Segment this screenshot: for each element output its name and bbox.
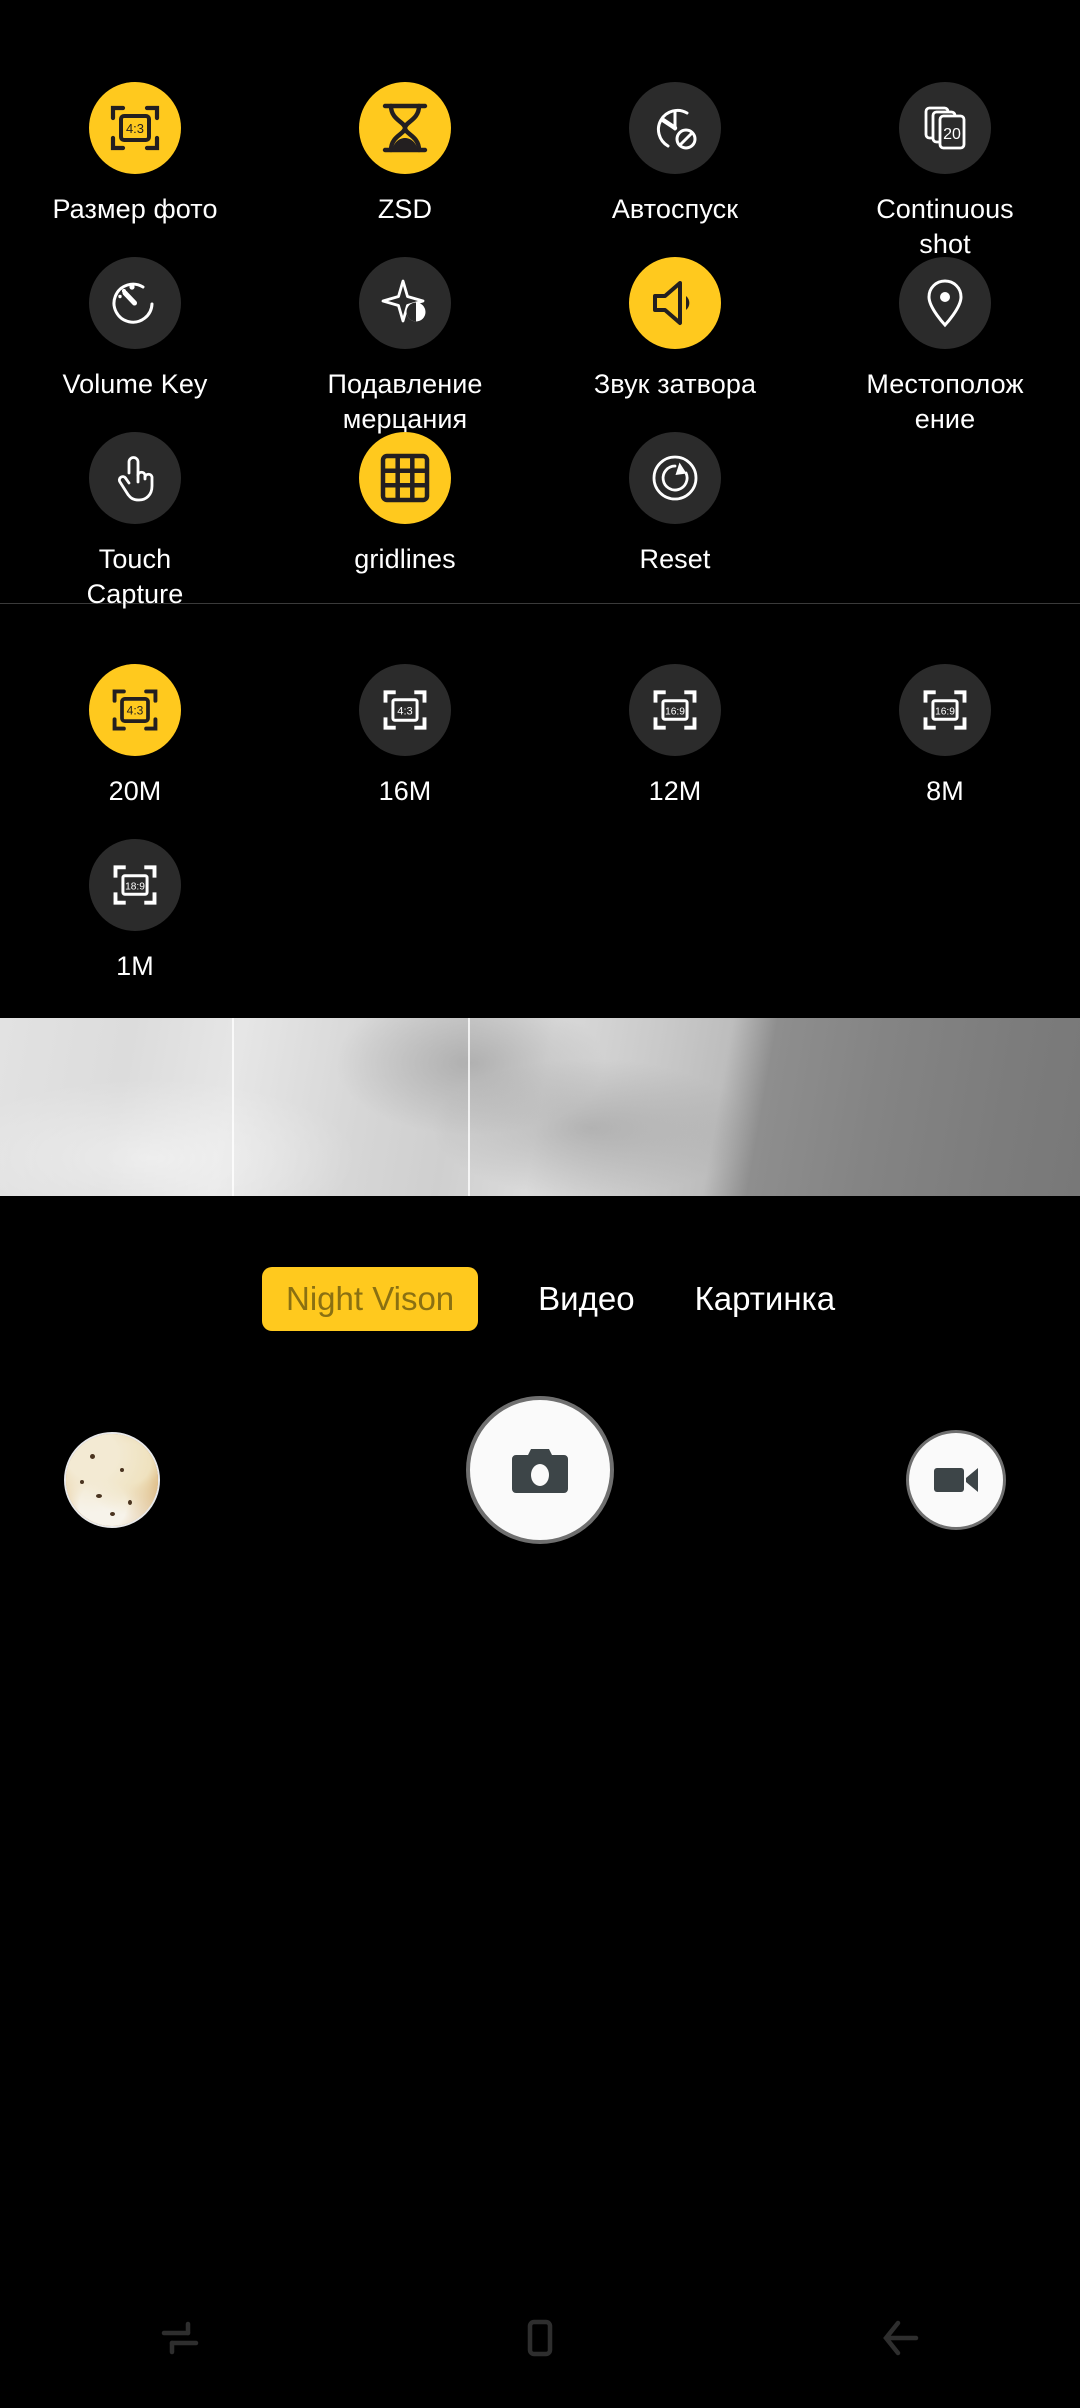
reset-icon[interactable] <box>629 432 721 524</box>
mode-label: Night Vison <box>286 1280 455 1317</box>
setting-label: gridlines <box>354 544 456 574</box>
shutter-button[interactable] <box>466 1396 614 1544</box>
aspect-ratio-badge: 18:9 <box>125 882 145 893</box>
resolution-label: 1M <box>116 951 154 981</box>
setting-label: ZSD <box>377 194 433 224</box>
camera-preview[interactable] <box>0 1018 1080 1196</box>
video-record-icon <box>934 1468 978 1492</box>
touch-capture-icon[interactable] <box>89 432 181 524</box>
setting-continuous-shot[interactable]: 20 Continuous shot <box>810 60 1080 259</box>
resolution-option-16m[interactable]: 4:3 16M <box>270 642 540 817</box>
shutter-sound-icon[interactable] <box>629 257 721 349</box>
nav-home-button[interactable] <box>480 2293 600 2383</box>
resolution-label: 16M <box>378 776 432 806</box>
nav-recent-apps-button[interactable] <box>120 2293 240 2383</box>
camera-settings-screen: 4:3 Размер фото ZSD Автоспуск 20 Continu… <box>0 0 1080 2408</box>
setting-touch-capture[interactable]: Touch Capture <box>0 410 270 609</box>
hourglass-icon[interactable] <box>359 82 451 174</box>
back-arrow-icon <box>883 2320 919 2356</box>
photo-size-icon[interactable]: 4:3 <box>89 82 181 174</box>
mode-night-vison[interactable]: Night Vison <box>262 1267 479 1331</box>
aspect-ratio-badge: 16:9 <box>665 707 685 718</box>
setting-anti-flicker[interactable]: Подавление мерцания <box>270 235 540 434</box>
resolution-option-1m[interactable]: 18:9 1M <box>0 817 270 992</box>
nav-back-button[interactable] <box>840 2293 960 2383</box>
recent-apps-icon <box>161 2321 199 2355</box>
preview-cloud <box>430 1058 750 1196</box>
setting-reset[interactable]: Reset <box>540 410 810 585</box>
aspect-ratio-badge: 16:9 <box>935 707 955 718</box>
setting-photo-size[interactable]: 4:3 Размер фото <box>0 60 270 235</box>
aspect-ratio-icon[interactable]: 4:3 <box>89 664 181 756</box>
resolution-grid: 4:3 20M 4:3 16M 16:9 12M 16:9 8M 18:9 1M <box>0 642 1080 992</box>
setting-self-timer[interactable]: Автоспуск <box>540 60 810 235</box>
resolution-option-8m[interactable]: 16:9 8M <box>810 642 1080 817</box>
aspect-ratio-icon[interactable]: 16:9 <box>899 664 991 756</box>
setting-label: Touch Capture <box>86 544 184 609</box>
settings-grid: 4:3 Размер фото ZSD Автоспуск 20 Continu… <box>0 0 1080 609</box>
aspect-ratio-badge: 4:3 <box>397 706 412 718</box>
mode-label: Картинка <box>694 1280 836 1317</box>
continuous-shot-badge: 20 <box>943 126 961 143</box>
home-square-icon <box>527 2319 553 2357</box>
setting-gridlines[interactable]: gridlines <box>270 410 540 585</box>
setting-label: Звук затвора <box>593 369 757 399</box>
camera-shutter-icon <box>512 1449 568 1493</box>
gridlines-icon[interactable] <box>359 432 451 524</box>
resolution-label: 8M <box>926 776 964 806</box>
preview-gridline <box>232 1018 234 1196</box>
resolution-option-20m[interactable]: 4:3 20M <box>0 642 270 817</box>
setting-label: Volume Key <box>62 369 208 399</box>
preview-gridline <box>468 1018 470 1196</box>
aspect-ratio-badge: 4:3 <box>127 704 144 718</box>
resolution-option-12m[interactable]: 16:9 12M <box>540 642 810 817</box>
setting-zsd[interactable]: ZSD <box>270 60 540 235</box>
photo-size-badge: 4:3 <box>126 121 144 136</box>
setting-shutter-sound[interactable]: Звук затвора <box>540 235 810 410</box>
mode-picture[interactable]: Картинка <box>695 1267 836 1331</box>
self-timer-off-icon[interactable] <box>629 82 721 174</box>
location-pin-icon[interactable] <box>899 257 991 349</box>
setting-volume-key[interactable]: Volume Key <box>0 235 270 410</box>
system-navigation-bar <box>0 2268 1080 2408</box>
setting-location[interactable]: Местополож ение <box>810 235 1080 434</box>
volume-key-timer-icon[interactable] <box>89 257 181 349</box>
aspect-ratio-icon[interactable]: 4:3 <box>359 664 451 756</box>
preview-cloud <box>0 1078 360 1196</box>
setting-label: Местополож ение <box>866 369 1024 434</box>
setting-label: Размер фото <box>52 194 218 224</box>
anti-flicker-icon[interactable] <box>359 257 451 349</box>
setting-label: Reset <box>639 544 711 574</box>
video-record-button[interactable] <box>906 1430 1006 1530</box>
resolution-label: 20M <box>108 776 162 806</box>
mode-selector: Night Vison Видео Картинка <box>0 1256 1080 1342</box>
mode-label: Видео <box>538 1280 635 1317</box>
aspect-ratio-icon[interactable]: 18:9 <box>89 839 181 931</box>
gallery-thumbnail[interactable] <box>64 1432 160 1528</box>
setting-label: Автоспуск <box>611 194 739 224</box>
mode-video[interactable]: Видео <box>538 1267 634 1331</box>
continuous-shot-icon[interactable]: 20 <box>899 82 991 174</box>
resolution-label: 12M <box>648 776 702 806</box>
capture-controls <box>0 1384 1080 1684</box>
aspect-ratio-icon[interactable]: 16:9 <box>629 664 721 756</box>
